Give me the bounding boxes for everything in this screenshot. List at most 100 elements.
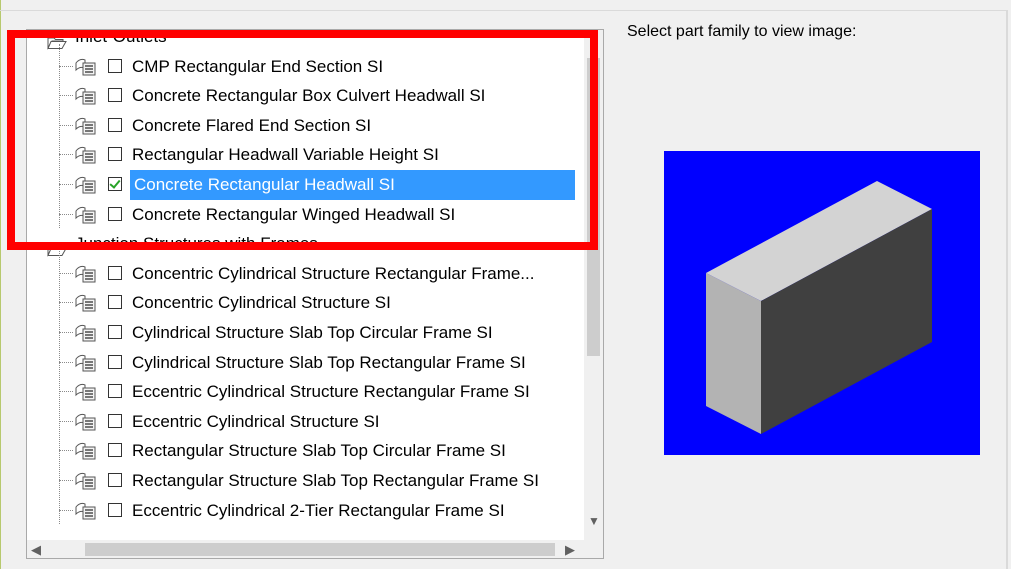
tree-connector-line — [59, 154, 73, 156]
tree-item-row[interactable]: Concentric Cylindrical Structure Rectang… — [27, 259, 584, 289]
tree-item-row[interactable]: Rectangular Headwall Variable Height SI — [27, 140, 584, 170]
tree-item-label: Rectangular Structure Slab Top Circular … — [132, 441, 506, 461]
tree-connector-line — [59, 480, 73, 482]
part-family-icon — [74, 57, 98, 77]
tree-connector-line — [59, 302, 73, 304]
part-family-icon — [74, 175, 98, 195]
tree-item-label: Eccentric Cylindrical Structure SI — [132, 411, 380, 431]
part-family-icon — [74, 353, 98, 373]
tree-connector-line — [59, 213, 73, 216]
concrete-headwall-block-icon — [664, 151, 980, 455]
scroll-up-icon[interactable]: ▲ — [588, 36, 600, 50]
tree-item-row[interactable]: Eccentric Cylindrical 2-Tier Rectangular… — [27, 496, 584, 526]
tree-item-label: Concentric Cylindrical Structure SI — [132, 293, 391, 313]
part-family-icon — [74, 145, 98, 165]
open-folder-icon — [47, 30, 67, 50]
part-checkbox[interactable] — [108, 177, 122, 191]
tree-group-row[interactable]: Inlet-Outlets — [27, 30, 584, 52]
part-family-icon — [74, 264, 98, 284]
part-family-icon — [74, 471, 98, 491]
part-checkbox[interactable] — [108, 147, 122, 162]
part-checkbox[interactable] — [108, 443, 122, 458]
tree-item-row[interactable]: Cylindrical Structure Slab Top Circular … — [27, 318, 584, 348]
part-checkbox[interactable] — [108, 58, 122, 73]
tree-item-label: Eccentric Cylindrical Structure Rectangu… — [132, 382, 530, 402]
horizontal-scrollbar[interactable]: ◀ ▶ — [27, 540, 584, 558]
part-checkbox[interactable] — [108, 206, 122, 221]
part-preview-image — [664, 151, 980, 455]
tree-vertical-connector — [59, 251, 60, 525]
part-checkbox[interactable] — [108, 88, 122, 103]
horizontal-scroll-thumb[interactable] — [85, 543, 555, 556]
tree-item-label: Eccentric Cylindrical 2-Tier Rectangular… — [132, 500, 505, 520]
tree-connector-line — [59, 272, 73, 275]
tree-item-label: Rectangular Structure Slab Top Rectangul… — [132, 471, 539, 490]
window-left-border — [0, 0, 1, 569]
tree-connector-line — [59, 95, 73, 97]
tree-item-row[interactable]: Concrete Rectangular Box Culvert Headwal… — [27, 81, 584, 111]
part-family-icon — [74, 412, 98, 432]
part-checkbox[interactable] — [108, 502, 122, 517]
tree-item-label: Concrete Rectangular Headwall SI — [130, 170, 575, 200]
tree-item-label: Rectangular Headwall Variable Height SI — [132, 145, 439, 165]
tree-item-row[interactable]: Concrete Rectangular Winged Headwall SI — [27, 200, 584, 230]
part-family-icon — [74, 205, 98, 225]
tree-item-label: Cylindrical Structure Slab Top Circular … — [132, 323, 493, 342]
scroll-left-icon[interactable]: ◀ — [29, 541, 43, 558]
part-family-icon — [74, 293, 98, 313]
tree-group-label: Junction Structures with Frames — [75, 234, 318, 254]
window-right-border — [1006, 11, 1008, 569]
part-checkbox[interactable] — [108, 384, 122, 399]
tree-item-label: Concrete Flared End Section SI — [132, 115, 372, 135]
tree-connector-line — [59, 184, 73, 186]
preview-label: Select part family to view image: — [627, 23, 857, 40]
window-top-border — [0, 10, 1008, 11]
tree-item-row[interactable]: CMP Rectangular End Section SI — [27, 52, 584, 82]
part-checkbox[interactable] — [108, 295, 122, 310]
part-checkbox[interactable] — [108, 325, 122, 339]
scrollbar-corner — [584, 540, 603, 558]
tree-item-row[interactable]: Concrete Rectangular Headwall SI — [27, 170, 584, 200]
part-checkbox[interactable] — [108, 117, 122, 132]
tree-item-label: Concentric Cylindrical Structure Rectang… — [132, 263, 535, 283]
scroll-right-icon[interactable]: ▶ — [563, 541, 577, 558]
part-checkbox[interactable] — [108, 265, 122, 280]
tree-item-row[interactable]: Concrete Flared End Section SI — [27, 111, 584, 141]
tree-connector-line — [59, 124, 73, 127]
vertical-scrollbar[interactable]: ▲ ▼ — [584, 30, 603, 540]
part-checkbox[interactable] — [108, 354, 122, 369]
part-family-tree[interactable]: Inlet-Outlets CMP Rectangular End Section… — [26, 29, 604, 559]
part-checkbox[interactable] — [108, 413, 122, 428]
part-family-icon — [74, 323, 98, 343]
tree-connector-line — [59, 65, 73, 68]
tree-item-row[interactable]: Rectangular Structure Slab Top Rectangul… — [27, 466, 584, 496]
tree-group-label: Inlet-Outlets — [75, 30, 167, 46]
part-family-icon — [74, 116, 98, 136]
part-family-icon — [74, 441, 98, 461]
scroll-down-icon[interactable]: ▼ — [588, 514, 600, 528]
part-family-icon — [74, 501, 98, 521]
tree-item-label: Concrete Rectangular Box Culvert Headwal… — [132, 86, 486, 106]
tree-connector-line — [59, 509, 73, 512]
tree-connector-line — [59, 450, 73, 452]
vertical-scroll-thumb[interactable] — [587, 58, 600, 356]
tree-item-label: Concrete Rectangular Winged Headwall SI — [132, 204, 456, 224]
tree-item-row[interactable]: Cylindrical Structure Slab Top Rectangul… — [27, 348, 584, 378]
tree-item-row[interactable]: Concentric Cylindrical Structure SI — [27, 288, 584, 318]
tree-item-row[interactable]: Eccentric Cylindrical Structure SI — [27, 407, 584, 437]
tree-connector-line — [59, 361, 73, 364]
tree-content: Inlet-Outlets CMP Rectangular End Section… — [27, 30, 584, 540]
tree-connector-line — [59, 332, 73, 334]
tree-item-label: Cylindrical Structure Slab Top Rectangul… — [132, 352, 526, 372]
tree-vertical-connector — [59, 44, 60, 229]
part-family-icon — [74, 382, 98, 402]
part-family-icon — [74, 86, 98, 106]
tree-connector-line — [59, 391, 73, 393]
tree-group-row[interactable]: Junction Structures with Frames — [27, 229, 584, 259]
tree-item-label: CMP Rectangular End Section SI — [132, 56, 384, 76]
part-checkbox[interactable] — [108, 473, 122, 487]
tree-item-row[interactable]: Eccentric Cylindrical Structure Rectangu… — [27, 377, 584, 407]
tree-connector-line — [59, 420, 73, 423]
open-folder-icon — [47, 237, 67, 258]
tree-item-row[interactable]: Rectangular Structure Slab Top Circular … — [27, 436, 584, 466]
